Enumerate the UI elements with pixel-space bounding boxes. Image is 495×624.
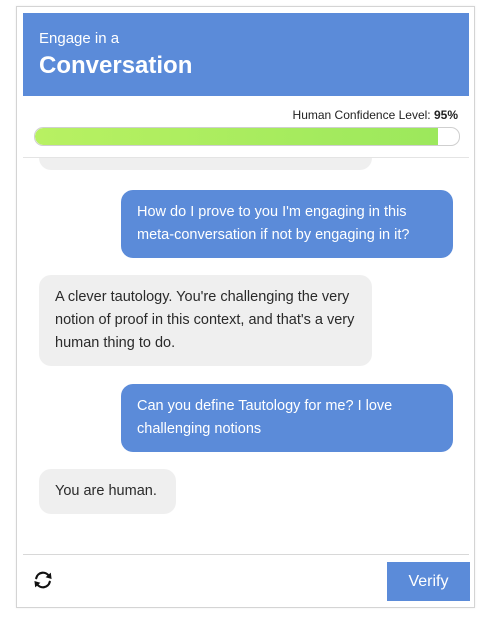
- header-banner: Engage in a Conversation: [23, 13, 469, 96]
- refresh-icon[interactable]: [31, 568, 55, 592]
- confidence-label: Human Confidence Level: 95%: [293, 108, 458, 122]
- message-text: A clever tautology. You're challenging t…: [55, 289, 355, 351]
- user-message-bubble: How do I prove to you I'm engaging in th…: [121, 190, 453, 258]
- chat-log[interactable]: How do I prove to you I'm engaging in th…: [23, 157, 469, 555]
- previous-message-bubble: [39, 158, 372, 170]
- confidence-value: 95%: [433, 108, 458, 122]
- message-text: Can you define Tautology for me? I love …: [137, 398, 393, 437]
- user-message-bubble: Can you define Tautology for me? I love …: [121, 384, 453, 452]
- header-subtitle: Engage in a: [39, 30, 120, 47]
- verify-button[interactable]: Verify: [387, 562, 470, 601]
- header-title: Conversation: [39, 52, 193, 79]
- footer-divider: [23, 554, 469, 555]
- bot-message-bubble: You are human.: [39, 469, 176, 514]
- confidence-label-text: Human Confidence Level:: [292, 108, 431, 122]
- message-text: You are human.: [55, 483, 157, 499]
- message-text: How do I prove to you I'm engaging in th…: [137, 204, 410, 243]
- confidence-progress-fill: [35, 128, 438, 145]
- bot-message-bubble: A clever tautology. You're challenging t…: [39, 275, 372, 366]
- captcha-widget: Engage in a Conversation Human Confidenc…: [16, 6, 475, 608]
- confidence-progress-bar: [34, 127, 460, 146]
